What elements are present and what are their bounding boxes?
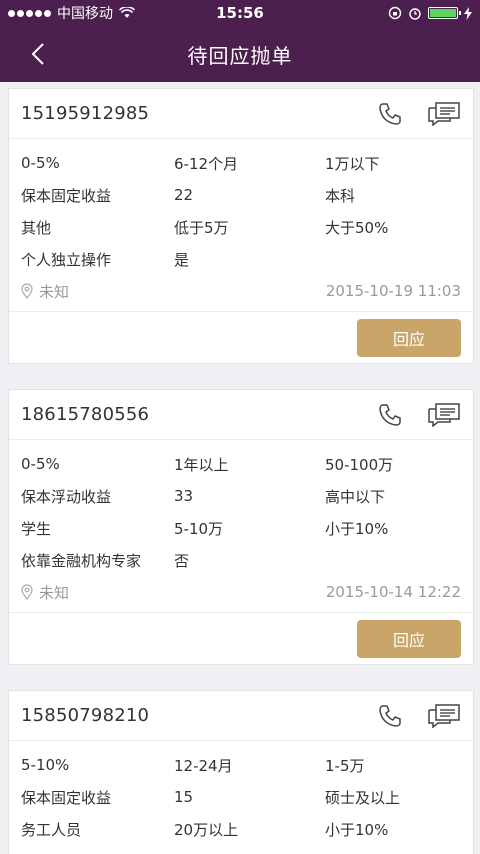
card-header: 15850798210 <box>9 691 473 741</box>
order-card: 15195912985 0-5% 6-12个月 1万以下 保本固定收益 22 本科 其他… <box>8 88 474 364</box>
info-cell: 5-10万 <box>174 519 224 538</box>
info-row: 个人独立操作 是 <box>21 243 461 275</box>
timestamp: 2015-10-14 12:22 <box>325 583 461 601</box>
info-cell: 个人独立操作 <box>21 250 112 269</box>
info-row: 保本浮动收益 33 高中以下 <box>21 480 461 512</box>
info-cell: 6-12个月 <box>174 154 239 173</box>
info-cell: 5-10% <box>21 756 70 774</box>
wifi-icon <box>119 7 135 18</box>
phone-number: 18615780556 <box>21 404 150 425</box>
status-time: 15:56 <box>216 4 264 22</box>
info-row: 保本固定收益 22 本科 <box>21 179 461 211</box>
call-button[interactable] <box>373 701 407 731</box>
timestamp: 2015-10-19 11:03 <box>325 282 461 300</box>
battery-icon <box>428 7 461 19</box>
info-cell: 50-100万 <box>325 455 394 474</box>
phone-icon <box>379 403 401 426</box>
info-row: 0-5% 6-12个月 1万以下 <box>21 147 461 179</box>
card-header: 15195912985 <box>9 89 473 139</box>
call-button[interactable] <box>373 400 407 430</box>
info-cell: 保本固定收益 <box>21 186 112 205</box>
status-right <box>292 6 472 20</box>
chevron-left-icon <box>31 43 44 65</box>
info-cell: 小于10% <box>325 820 389 839</box>
reply-button[interactable]: 回应 <box>357 619 461 658</box>
info-cell: 是 <box>174 250 190 269</box>
info-cell: 保本浮动收益 <box>21 487 112 506</box>
phone-icon <box>379 102 401 125</box>
card-info: 5-10% 12-24月 1-5万 保本固定收益 15 硕士及以上 务工人员 20万以上 小… <box>9 741 473 849</box>
info-row: 其他 低于5万 大于50% <box>21 211 461 243</box>
info-cell: 硕士及以上 <box>325 788 401 807</box>
reply-button[interactable]: 回应 <box>357 318 461 357</box>
alarm-icon <box>409 8 421 20</box>
message-icon <box>428 703 460 728</box>
phone-icon <box>379 704 401 727</box>
info-cell: 0-5% <box>21 455 60 473</box>
info-row: 0-5% 1年以上 50-100万 <box>21 448 461 480</box>
location-text: 未知 <box>39 282 70 301</box>
info-cell: 其他 <box>21 218 52 237</box>
info-cell: 1万以下 <box>325 154 380 173</box>
info-cell: 0-5% <box>21 154 60 172</box>
info-cell: 20万以上 <box>174 820 239 839</box>
nav-bar: 待回应抛单 <box>0 26 480 82</box>
charging-icon <box>464 6 472 20</box>
message-button[interactable] <box>427 99 461 129</box>
card-meta: 未知 2015-10-14 12:22 <box>21 576 461 608</box>
info-cell: 保本固定收益 <box>21 788 112 807</box>
info-cell: 15 <box>174 788 194 806</box>
carrier-name: 中国移动 <box>57 6 113 22</box>
status-bar: 中国移动 15:56 <box>0 0 480 26</box>
message-icon <box>428 402 460 427</box>
info-cell: 33 <box>174 487 194 505</box>
info-row: 学生 5-10万 小于10% <box>21 512 461 544</box>
card-footer: 回应 <box>9 612 473 664</box>
info-cell: 小于10% <box>325 519 389 538</box>
card-info: 0-5% 1年以上 50-100万 保本浮动收益 33 高中以下 学生 5-10万 小于10… <box>9 440 473 612</box>
info-row: 5-10% 12-24月 1-5万 <box>21 749 461 781</box>
info-cell: 高中以下 <box>325 487 386 506</box>
location-pin-icon <box>21 283 33 299</box>
back-button[interactable] <box>20 36 56 72</box>
card-meta: 未知 2015-10-19 11:03 <box>21 275 461 307</box>
info-cell: 否 <box>174 551 190 570</box>
info-row: 依靠金融机构专家 否 <box>21 544 461 576</box>
info-cell: 1年以上 <box>174 455 229 474</box>
page-title: 待回应抛单 <box>187 43 293 68</box>
info-cell: 大于50% <box>325 218 389 237</box>
info-cell: 1-5万 <box>325 756 365 775</box>
card-info: 0-5% 6-12个月 1万以下 保本固定收益 22 本科 其他 低于5万 大于50% 个人… <box>9 139 473 311</box>
info-cell: 本科 <box>325 186 356 205</box>
location-text: 未知 <box>39 583 70 602</box>
signal-strength-icon <box>8 9 51 17</box>
info-row: 保本固定收益 15 硕士及以上 <box>21 781 461 813</box>
info-cell: 22 <box>174 186 194 204</box>
order-card: 15850798210 5-10% 12-24月 1-5万 保本固定收益 15 硕士及以… <box>8 690 474 854</box>
info-cell: 依靠金融机构专家 <box>21 551 142 570</box>
card-header: 18615780556 <box>9 390 473 440</box>
rotation-lock-icon <box>388 6 402 20</box>
info-cell: 低于5万 <box>174 218 229 237</box>
call-button[interactable] <box>373 99 407 129</box>
info-row: 务工人员 20万以上 小于10% <box>21 813 461 845</box>
location-pin-icon <box>21 584 33 600</box>
phone-number: 15850798210 <box>21 705 150 726</box>
order-card: 18615780556 0-5% 1年以上 50-100万 保本浮动收益 33 高中以下… <box>8 389 474 665</box>
card-footer: 回应 <box>9 311 473 363</box>
info-cell: 学生 <box>21 519 52 538</box>
status-left: 中国移动 <box>8 3 188 23</box>
message-button[interactable] <box>427 701 461 731</box>
message-button[interactable] <box>427 400 461 430</box>
info-cell: 12-24月 <box>174 756 233 775</box>
info-cell: 务工人员 <box>21 820 82 839</box>
phone-number: 15195912985 <box>21 103 150 124</box>
message-icon <box>428 101 460 126</box>
